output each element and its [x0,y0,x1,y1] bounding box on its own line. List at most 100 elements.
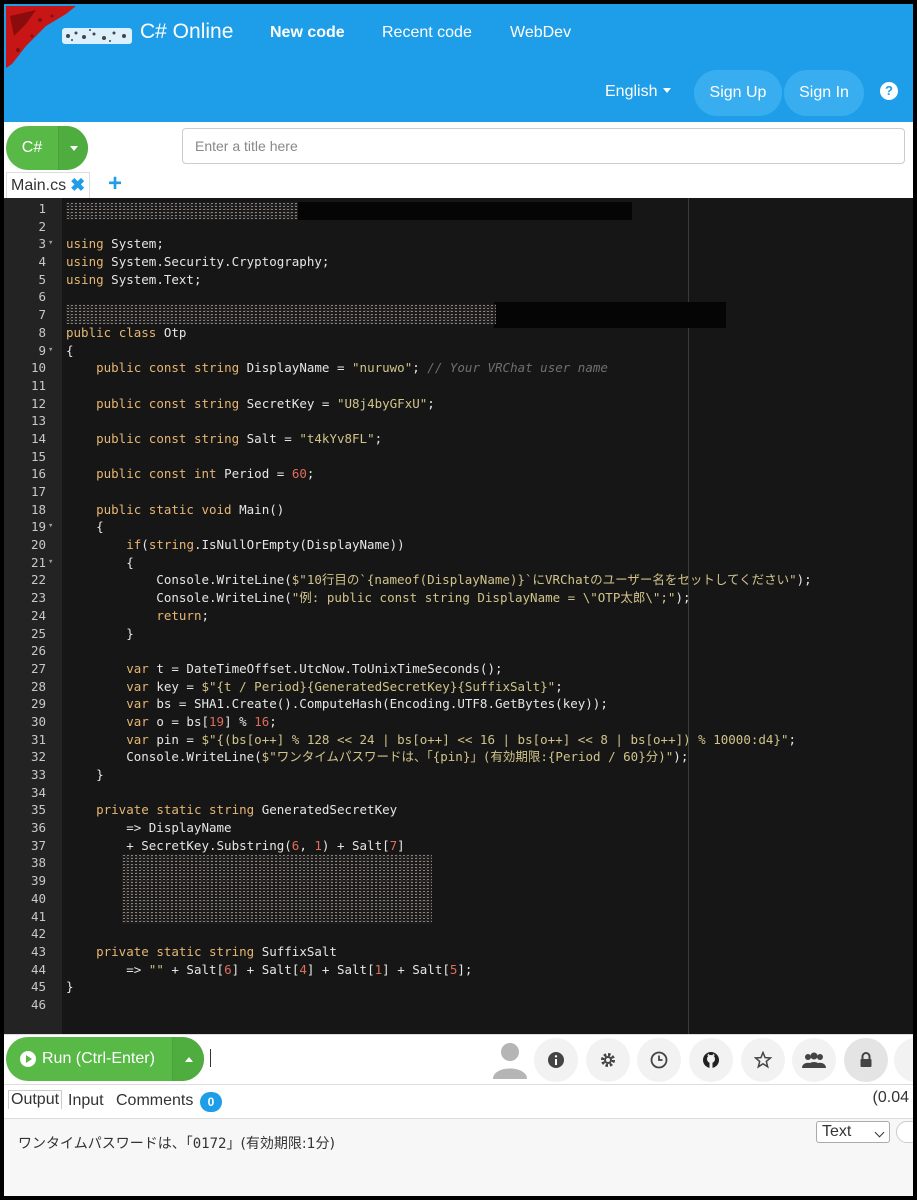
help-icon[interactable]: ? [880,82,898,100]
code-line[interactable]: 21 ▾ { [4,554,913,572]
code-line[interactable]: 17 [4,483,913,501]
code-text: } [66,625,134,641]
users-icon[interactable] [792,1038,836,1082]
code-line[interactable]: 25 } [4,625,913,643]
line-number: 7 [38,307,46,323]
code-text: public class Otp [66,324,187,340]
fold-arrow-icon[interactable]: ▾ [48,518,53,536]
line-number: 29 [30,696,46,712]
code-line[interactable]: 2 [4,218,913,236]
nav-new-code[interactable]: New code [270,24,345,42]
code-text: Console.WriteLine("例: public const strin… [66,590,691,606]
code-line[interactable]: 10 public const string DisplayName = "nu… [4,359,913,377]
clock-icon[interactable] [637,1038,681,1082]
code-line[interactable]: 19 ▾ { [4,518,913,536]
chevron-down-icon [874,1127,885,1138]
info-icon[interactable] [534,1038,578,1082]
run-options-toggle[interactable] [172,1037,204,1081]
file-tab-main[interactable]: Main.cs ✖ [6,172,91,198]
output-format-select[interactable]: Text [816,1121,890,1143]
close-tab-icon[interactable]: ✖ [70,175,85,196]
comments-count-badge: 0 [200,1092,222,1112]
code-line[interactable]: 35 private static string GeneratedSecret… [4,801,913,819]
sign-up-button[interactable]: Sign Up [694,70,782,116]
github-icon[interactable] [689,1038,733,1082]
side-toggle-button[interactable] [896,1121,913,1143]
sign-in-button[interactable]: Sign In [784,70,864,116]
code-line[interactable]: 33 } [4,766,913,784]
fold-arrow-icon[interactable]: ▾ [48,342,53,360]
code-line[interactable]: 42 [4,925,913,943]
code-line[interactable]: 9 ▾ { [4,342,913,360]
code-line[interactable]: 12 public const string SecretKey = "U8j4… [4,395,913,413]
nav-webdev[interactable]: WebDev [510,24,571,42]
code-line[interactable]: 29 var bs = SHA1.Create().ComputeHash(En… [4,695,913,713]
star-icon[interactable] [741,1038,785,1082]
tab-input[interactable]: Input [68,1092,104,1110]
code-line[interactable]: 4 using System.Security.Cryptography; [4,253,913,271]
code-line[interactable]: 27 var t = DateTimeOffset.UtcNow.ToUnixT… [4,660,913,678]
add-file-icon[interactable]: + [108,170,122,198]
site-logo[interactable] [6,6,136,68]
nav-recent-code[interactable]: Recent code [382,24,472,42]
run-button[interactable]: Run (Ctrl-Enter) [6,1037,204,1081]
code-line[interactable]: 46 [4,996,913,1014]
fold-arrow-icon[interactable]: ▾ [48,554,53,572]
code-line[interactable]: 20 if(string.IsNullOrEmpty(DisplayName)) [4,536,913,554]
code-editor[interactable]: 1 2 3 ▾ using System; 4 using System.Security.… [4,198,913,1034]
line-number: 34 [30,784,46,800]
line-number: 19 [30,519,46,535]
code-line[interactable]: 8 public class Otp [4,324,913,342]
line-number: 31 [30,731,46,747]
code-line[interactable]: 37 + SecretKey.Substring(6, 1) + Salt[7] [4,837,913,855]
tab-comments[interactable]: Comments [116,1092,193,1110]
line-number: 14 [30,430,46,446]
code-line[interactable]: 11 [4,377,913,395]
code-line[interactable]: 5 using System.Text; [4,271,913,289]
more-icon[interactable] [894,1038,913,1082]
user-avatar-icon[interactable] [490,1039,530,1079]
text-cursor [210,1049,211,1067]
code-line[interactable]: 16 public const int Period = 60; [4,465,913,483]
code-line[interactable]: 15 [4,448,913,466]
redacted-noise [66,202,298,220]
code-line[interactable]: 43 private static string SuffixSalt [4,943,913,961]
fold-arrow-icon[interactable]: ▾ [48,235,53,253]
code-line[interactable]: 36 => DisplayName [4,819,913,837]
code-line[interactable]: 28 var key = $"{t / Period}{GeneratedSec… [4,678,913,696]
gear-icon[interactable] [586,1038,630,1082]
code-line[interactable]: 3 ▾ using System; [4,235,913,253]
code-line[interactable]: 24 return; [4,607,913,625]
editor-toolbar: C# Main.cs ✖ + [4,122,913,198]
line-number: 23 [30,590,46,606]
code-line[interactable]: 18 public static void Main() [4,501,913,519]
code-line[interactable]: 30 var o = bs[19] % 16; [4,713,913,731]
code-line[interactable]: 45} [4,978,913,996]
top-navbar: C# Online New code Recent code WebDev En… [4,4,913,122]
brand-title[interactable]: C# Online [140,20,233,44]
code-line[interactable]: 13 [4,412,913,430]
code-line[interactable]: 31 var pin = $"{(bs[o++] % 128 << 24 | b… [4,731,913,749]
language-dropdown-toggle[interactable] [58,126,88,170]
line-number: 26 [30,643,46,659]
title-input[interactable] [182,128,905,164]
code-line[interactable]: 23 Console.WriteLine("例: public const st… [4,589,913,607]
lock-icon[interactable] [844,1038,888,1082]
language-select-button[interactable]: C# [6,126,88,170]
code-line[interactable]: 34 [4,784,913,802]
code-line[interactable]: 44 => "" + Salt[6] + Salt[4] + Salt[1] +… [4,961,913,979]
language-dropdown[interactable]: English [605,83,672,101]
line-number: 12 [30,395,46,411]
line-number: 18 [30,501,46,517]
line-number: 10 [30,360,46,376]
tab-output[interactable]: Output [8,1090,63,1109]
code-line[interactable]: 14 public const string Salt = "t4kYv8FL"… [4,430,913,448]
line-number: 8 [38,324,46,340]
code-line[interactable]: 26 [4,642,913,660]
line-number: 30 [30,713,46,729]
run-button-main[interactable]: Run (Ctrl-Enter) [6,1037,172,1081]
line-number: 4 [38,254,46,270]
code-line[interactable]: 32 Console.WriteLine($"ワンタイムパスワードは、「{pin… [4,748,913,766]
language-button-label[interactable]: C# [6,126,58,170]
code-line[interactable]: 22 Console.WriteLine($"10行目の`{nameof(Dis… [4,571,913,589]
